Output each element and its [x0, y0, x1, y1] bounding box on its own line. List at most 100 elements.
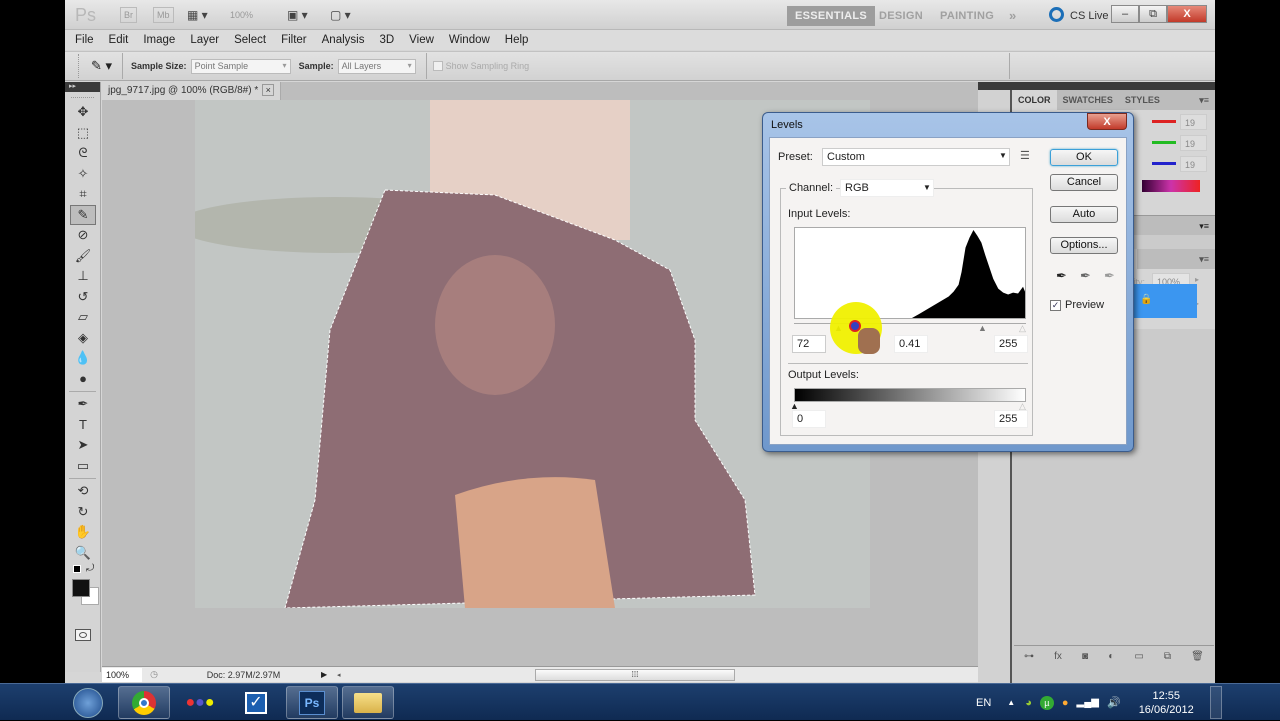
tool-history-brush[interactable]: ↺: [65, 287, 101, 308]
utorrent-icon[interactable]: µ: [1039, 695, 1054, 710]
bridge-button[interactable]: Br: [120, 7, 137, 23]
tab-styles[interactable]: STYLES: [1119, 90, 1166, 110]
black-point-eyedropper-icon[interactable]: ✒: [1056, 268, 1067, 284]
taskbar-checkbox-app[interactable]: ✓: [230, 686, 282, 719]
channel-dropdown-arrow[interactable]: ▼: [923, 183, 931, 192]
scroll-left-arrow[interactable]: ◂: [337, 671, 347, 679]
tab-color[interactable]: COLOR: [1012, 90, 1057, 110]
white-point-eyedropper-icon[interactable]: ✒: [1104, 268, 1115, 284]
options-button[interactable]: Options...: [1050, 237, 1118, 254]
tool-eraser[interactable]: ▱: [65, 307, 101, 328]
tool-3d-rotate[interactable]: ⟲: [65, 481, 101, 502]
menu-analysis[interactable]: Analysis: [322, 34, 365, 46]
show-desktop-button[interactable]: [1209, 686, 1222, 719]
panel-dock-header[interactable]: [978, 82, 1215, 90]
taskbar-app-balls[interactable]: ●●●: [174, 686, 226, 719]
preset-options-icon[interactable]: ☰: [1020, 149, 1030, 162]
taskbar-file-explorer[interactable]: [342, 686, 394, 719]
folder-icon[interactable]: ▭: [1134, 651, 1143, 662]
input-black-field[interactable]: 72: [792, 335, 826, 353]
output-white-field[interactable]: 255: [994, 410, 1028, 428]
menu-layer[interactable]: Layer: [190, 34, 219, 46]
sample-select[interactable]: All Layers: [337, 58, 416, 74]
tool-move[interactable]: ✥: [65, 102, 101, 123]
blue-value-field[interactable]: 19: [1180, 156, 1207, 172]
layers-panel-menu-icon[interactable]: ▾≡: [1193, 249, 1215, 269]
swap-colors-icon[interactable]: ⤾: [86, 563, 94, 574]
eyedropper-icon[interactable]: ✎ ▾: [91, 58, 112, 74]
preset-select[interactable]: Custom: [822, 148, 1010, 166]
auto-button[interactable]: Auto: [1050, 206, 1118, 223]
menu-file[interactable]: File: [75, 34, 94, 46]
tool-blur[interactable]: 💧: [65, 348, 101, 369]
tool-path-select[interactable]: ➤: [65, 435, 101, 456]
green-slider[interactable]: [1152, 141, 1176, 144]
gray-point-eyedropper-icon[interactable]: ✒: [1080, 268, 1091, 284]
blue-slider[interactable]: [1152, 162, 1176, 165]
tool-paint-bucket[interactable]: ◈: [65, 328, 101, 349]
input-gamma-field[interactable]: 0.41: [894, 335, 928, 353]
start-button[interactable]: [68, 686, 108, 719]
tool-clone-stamp[interactable]: ⊥: [65, 266, 101, 287]
quick-mask-button[interactable]: [74, 629, 91, 641]
tool-brush[interactable]: 🖌: [65, 246, 101, 267]
show-hidden-icons[interactable]: ▲: [1007, 698, 1015, 707]
foreground-color-swatch[interactable]: [72, 579, 90, 597]
menu-help[interactable]: Help: [505, 34, 529, 46]
clock[interactable]: 12:55 16/06/2012: [1139, 689, 1194, 717]
sample-size-select[interactable]: Point Sample: [190, 58, 291, 74]
zoom-field[interactable]: 100%: [102, 667, 142, 682]
menu-3d[interactable]: 3D: [379, 34, 394, 46]
tool-eyedropper[interactable]: ✎: [70, 204, 96, 225]
zoom-level-select[interactable]: 100%: [230, 7, 253, 23]
arrange-documents-button[interactable]: ▣ ▾: [287, 7, 308, 23]
workspace-essentials[interactable]: ESSENTIALS: [787, 6, 876, 26]
security-icon[interactable]: ●: [1062, 697, 1069, 709]
tool-quick-select[interactable]: ✧: [65, 164, 101, 185]
color-ramp[interactable]: [1142, 180, 1200, 192]
red-value-field[interactable]: 19: [1180, 114, 1207, 130]
tool-hand[interactable]: ✋: [65, 522, 101, 543]
network-app-icon[interactable]: ◕: [1025, 697, 1032, 709]
signal-icon[interactable]: ▂▄▆: [1077, 697, 1099, 708]
menu-view[interactable]: View: [409, 34, 434, 46]
show-sampling-ring-checkbox[interactable]: [432, 61, 443, 71]
tool-rectangle[interactable]: ▭: [65, 456, 101, 477]
tool-lasso[interactable]: ᘓ: [65, 143, 101, 164]
more-workspaces-button[interactable]: »: [1001, 6, 1025, 26]
default-colors-icon[interactable]: [73, 565, 81, 573]
cancel-button[interactable]: Cancel: [1050, 174, 1118, 191]
menu-image[interactable]: Image: [143, 34, 175, 46]
options-grip[interactable]: [69, 54, 79, 78]
fx-icon[interactable]: fx: [1054, 651, 1062, 662]
dialog-close-button[interactable]: X: [1087, 113, 1127, 130]
new-layer-icon[interactable]: ⧉: [1164, 651, 1171, 662]
preview-checkbox[interactable]: ✓: [1050, 300, 1061, 311]
document-tab[interactable]: jpg_9717.jpg @ 100% (RGB/8#) * ×: [102, 82, 282, 100]
tool-3d-orbit[interactable]: ↻: [65, 502, 101, 523]
screen-mode-button[interactable]: ▢ ▾: [330, 7, 351, 23]
mask-icon[interactable]: ◙: [1082, 651, 1088, 662]
collapse-tools-icon[interactable]: ▸▸: [65, 82, 100, 92]
tool-healing-brush[interactable]: ⊘: [65, 225, 101, 246]
tool-marquee[interactable]: ⬚: [65, 123, 101, 144]
menu-edit[interactable]: Edit: [109, 34, 129, 46]
menu-filter[interactable]: Filter: [281, 34, 307, 46]
minimize-button[interactable]: –: [1111, 5, 1139, 23]
tool-zoom[interactable]: 🔍: [65, 543, 101, 564]
green-value-field[interactable]: 19: [1180, 135, 1207, 151]
channel-select[interactable]: RGB: [840, 179, 934, 197]
menu-select[interactable]: Select: [234, 34, 266, 46]
status-menu-arrow[interactable]: ▶: [321, 670, 333, 679]
taskbar-photoshop[interactable]: Ps: [286, 686, 338, 719]
horizontal-scroll-thumb[interactable]: ⁞⁞⁞: [535, 668, 735, 681]
mini-bridge-button[interactable]: Mb: [153, 7, 174, 23]
restore-button[interactable]: ⧉: [1139, 5, 1167, 23]
red-slider[interactable]: [1152, 120, 1176, 123]
volume-icon[interactable]: 🔊: [1107, 696, 1121, 709]
close-document-icon[interactable]: ×: [262, 84, 275, 96]
tool-crop[interactable]: ⌗: [65, 184, 101, 205]
input-white-field[interactable]: 255: [994, 335, 1028, 353]
view-extras-button[interactable]: ▦ ▾: [187, 7, 208, 23]
tools-grip[interactable]: [71, 92, 94, 98]
